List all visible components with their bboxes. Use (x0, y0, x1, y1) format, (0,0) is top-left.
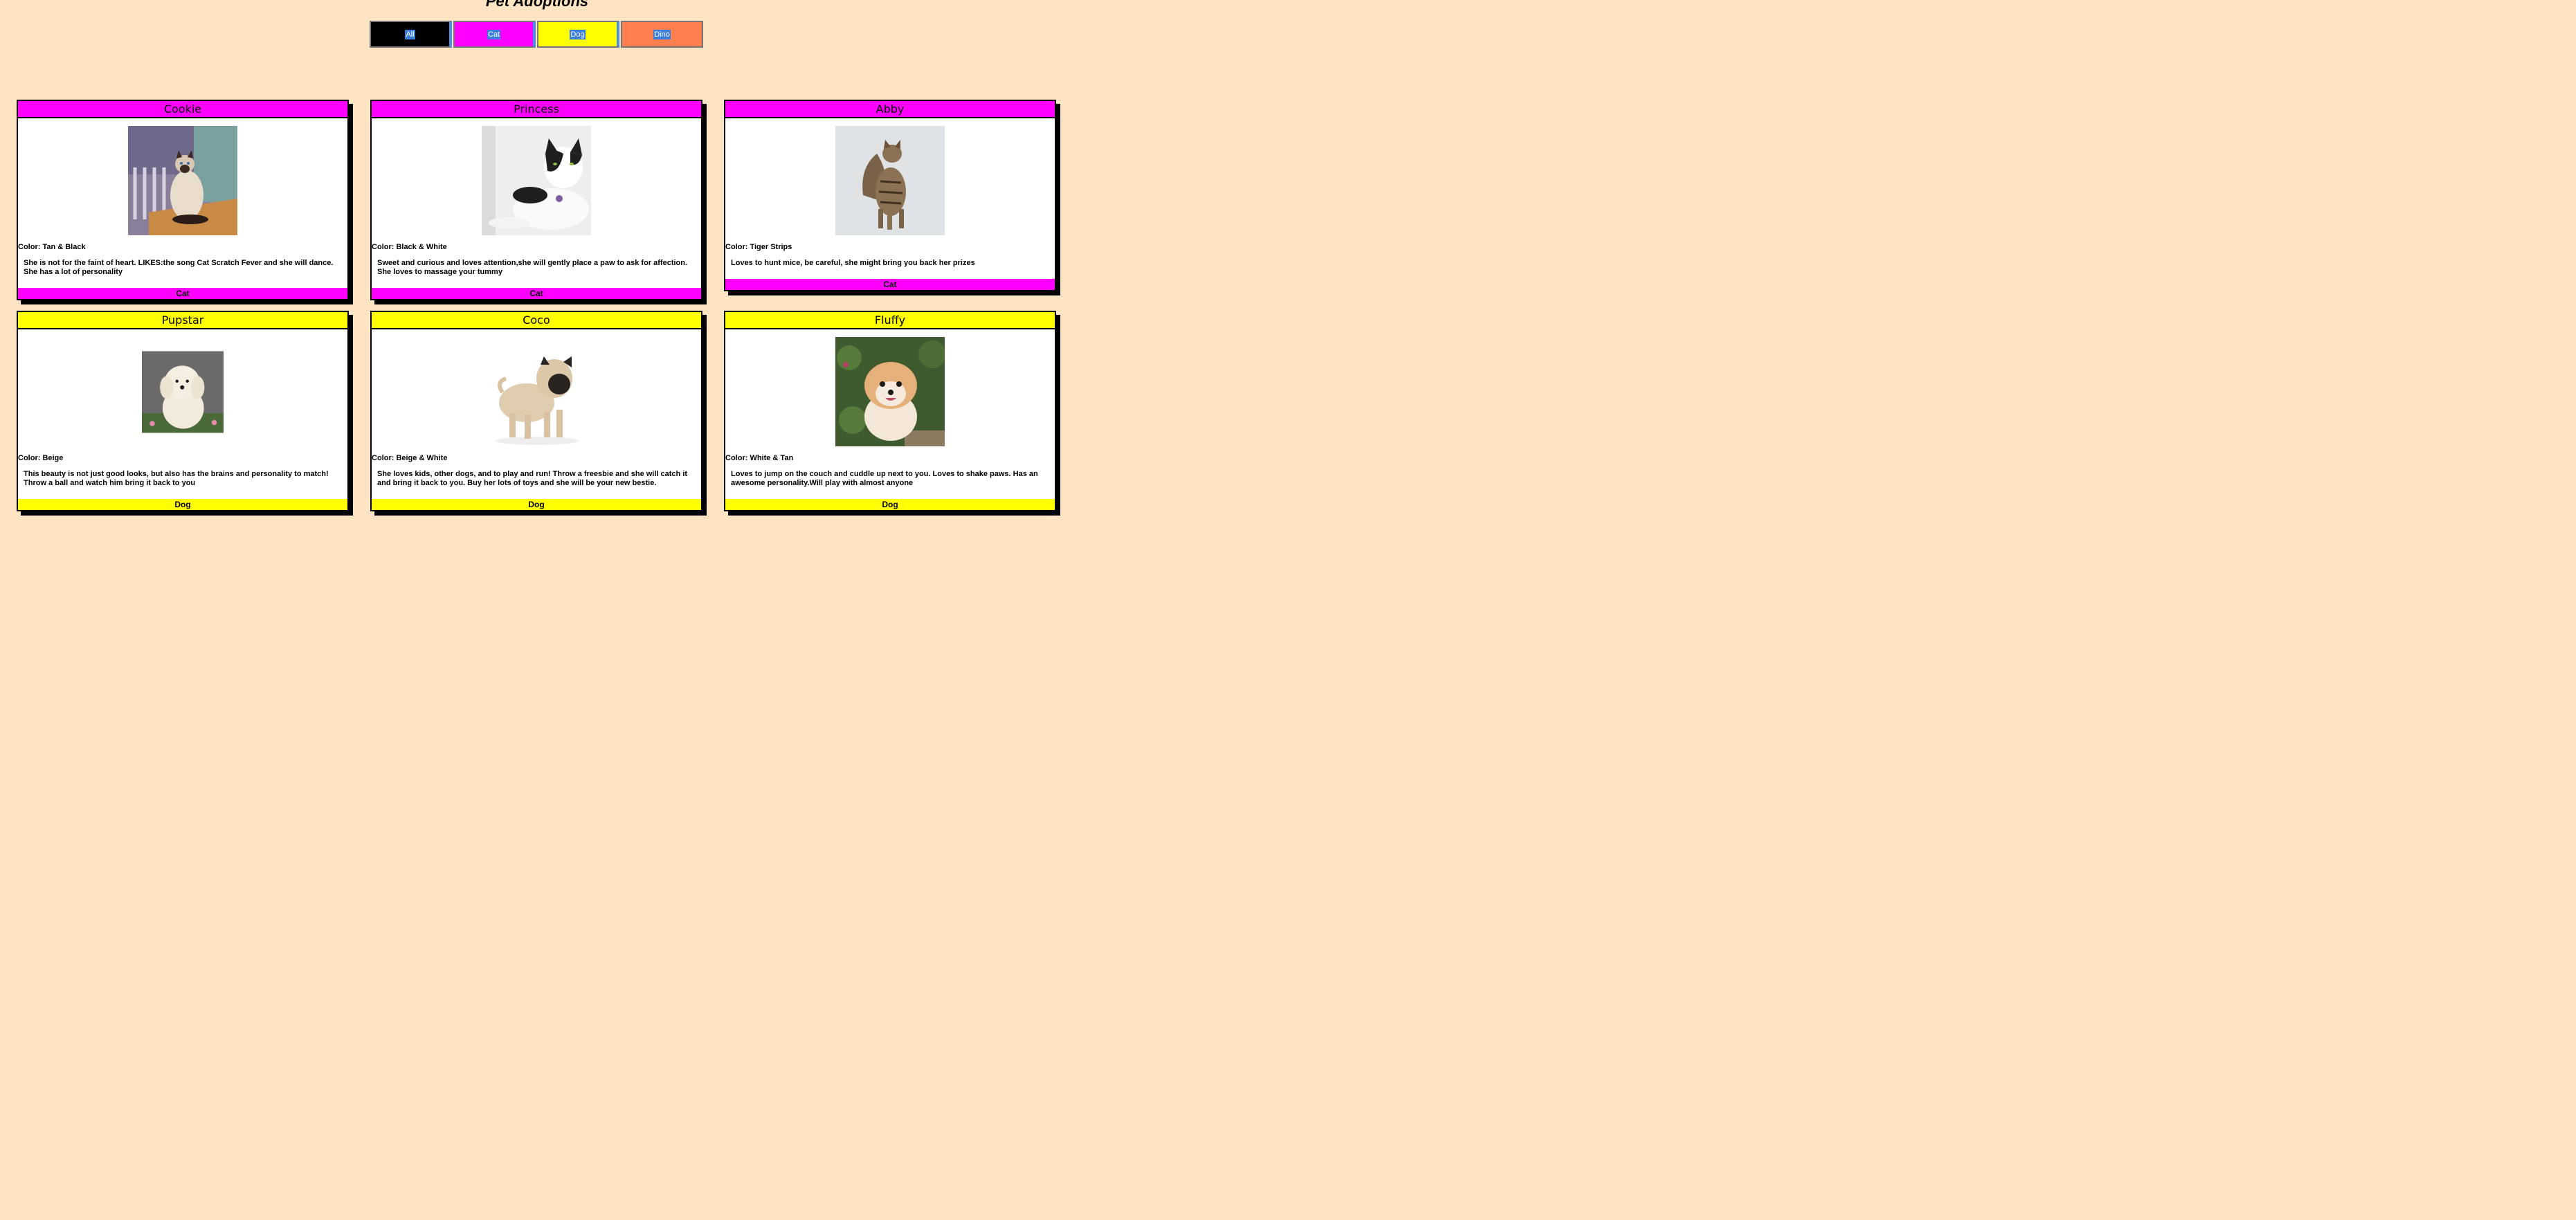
pet-name: Princess (372, 101, 701, 118)
filter-dog-label: Dog (570, 29, 586, 39)
pet-description: She loves kids, other dogs, and to play … (377, 470, 688, 487)
pet-description: Loves to hunt mice, be careful, she migh… (731, 259, 975, 267)
pet-color: Color: Tiger Strips (725, 243, 792, 251)
maltipoo-puppy-image (142, 351, 224, 433)
filter-dog-button[interactable]: Dog (537, 21, 619, 48)
pet-card-cookie: Cookie Color: Tan & Black She is not for… (17, 100, 349, 300)
pet-type: Dog (725, 499, 1055, 510)
filter-bar: All Cat Dog Dino (370, 21, 703, 48)
filter-all-button[interactable]: All (370, 21, 452, 48)
page-title: Pet Adoptions (485, 0, 589, 10)
black-white-cat-image (482, 126, 591, 235)
pet-card-pupstar: Pupstar Color: Beige This beauty is not … (17, 311, 349, 511)
filter-cat-label: Cat (487, 29, 501, 39)
filter-all-label: All (405, 29, 415, 39)
pet-color: Color: White & Tan (725, 454, 794, 462)
pet-name: Fluffy (725, 312, 1055, 329)
pet-color: Color: Beige (18, 454, 64, 462)
pet-description: This beauty is not just good looks, but … (24, 470, 329, 487)
pet-card-coco: Coco Color: Beige & White She loves kids… (370, 311, 702, 511)
pet-description: She is not for the faint of heart. LIKES… (24, 259, 334, 276)
pet-color: Color: Tan & Black (18, 243, 86, 251)
pet-card-princess: Princess Color: Black & White Sweet and … (370, 100, 702, 300)
siamese-cat-image (128, 126, 237, 235)
pet-description: Loves to jump on the couch and cuddle up… (731, 470, 1038, 487)
filter-dino-label: Dino (653, 29, 671, 39)
pet-type: Cat (725, 279, 1055, 290)
pet-type: Cat (372, 288, 701, 299)
pet-description: Sweet and curious and loves attention,sh… (377, 259, 688, 276)
pet-name: Pupstar (18, 312, 347, 329)
pet-name: Cookie (18, 101, 347, 118)
pet-type: Cat (18, 288, 347, 299)
pet-color: Color: Black & White (372, 243, 447, 251)
pet-card-abby: Abby Color: Tiger Strips Loves to hunt m… (724, 100, 1056, 291)
pomeranian-image (835, 337, 945, 446)
pug-puppy-image (482, 337, 591, 446)
pet-name: Coco (372, 312, 701, 329)
filter-cat-button[interactable]: Cat (453, 21, 536, 48)
pet-card-fluffy: Fluffy Color: White & Tan Loves to jump … (724, 311, 1056, 511)
pet-type: Dog (372, 499, 701, 510)
pet-name: Abby (725, 101, 1055, 118)
pet-color: Color: Beige & White (372, 454, 448, 462)
tabby-kitten-image (835, 126, 945, 235)
filter-dino-button[interactable]: Dino (621, 21, 703, 48)
pet-type: Dog (18, 499, 347, 510)
